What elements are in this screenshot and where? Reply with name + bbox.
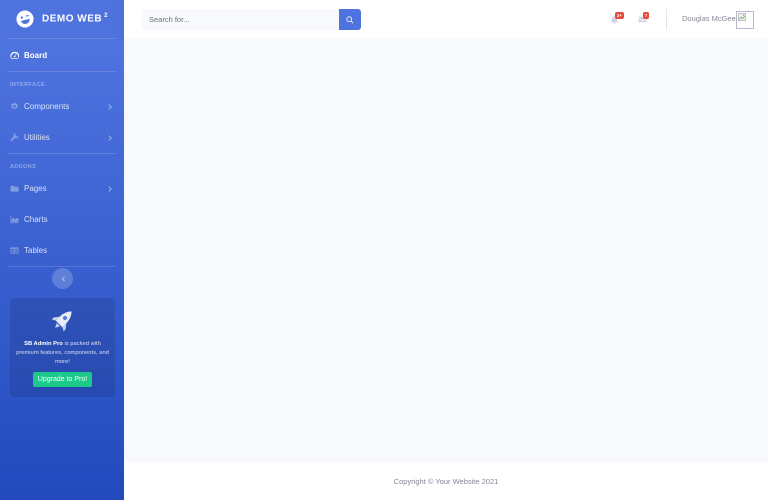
chevron-right-icon	[107, 134, 114, 141]
main-content	[124, 38, 768, 462]
search-icon	[346, 15, 354, 23]
footer: Copyright © Your Website 2021	[124, 462, 768, 500]
sidebar-item-tables[interactable]: Tables	[0, 235, 124, 266]
sidebar-item-label: Utilities	[24, 133, 50, 142]
copyright-text: Copyright © Your Website 2021	[393, 476, 499, 486]
table-icon	[10, 247, 19, 254]
sidebar-item-label: Tables	[24, 246, 48, 255]
upgrade-button[interactable]: Upgrade to Pro!	[32, 371, 93, 387]
user-name[interactable]: Douglas McGee	[682, 14, 736, 23]
alerts-dropdown[interactable]: 3+	[610, 12, 624, 25]
alerts-badge: 3+	[615, 12, 624, 19]
sidebar-divider	[8, 266, 116, 267]
folder-icon	[10, 185, 19, 192]
avatar[interactable]	[736, 11, 754, 29]
chevron-left-icon	[61, 276, 65, 281]
rocket-icon	[51, 311, 72, 332]
sidebar-heading-addons: Addons	[10, 164, 37, 170]
chevron-right-icon	[107, 103, 114, 110]
promo-description: SB Admin Pro is packed with premium feat…	[16, 341, 109, 365]
cog-icon	[11, 102, 18, 110]
topbar: 3+ 7 Douglas McGee	[124, 0, 768, 38]
brand-name: Demo Web 2	[42, 13, 108, 25]
messages-badge: 7	[643, 12, 650, 19]
sidebar-brand[interactable]: Demo Web 2	[0, 0, 124, 38]
sidebar-toggle-button[interactable]	[52, 268, 73, 289]
sidebar-item-label: Board	[24, 50, 48, 60]
sidebar: Demo Web 2 Board Interface Components Uti…	[0, 0, 124, 500]
sidebar-promo-card: SB Admin Pro is packed with premium feat…	[10, 298, 115, 397]
sidebar-heading-interface: Interface	[10, 82, 45, 88]
sidebar-item-charts[interactable]: Charts	[0, 204, 124, 235]
search-input[interactable]	[142, 9, 339, 30]
chart-area-icon	[10, 215, 19, 224]
chevron-right-icon	[107, 185, 114, 192]
sidebar-item-components[interactable]: Components	[0, 91, 124, 122]
laugh-wink-icon	[16, 10, 34, 28]
sidebar-item-board[interactable]: Board	[0, 39, 124, 71]
broken-image-icon	[738, 13, 746, 21]
tachometer-icon	[10, 51, 19, 59]
sidebar-item-pages[interactable]: Pages	[0, 173, 124, 204]
topbar-divider	[666, 9, 667, 30]
search-button[interactable]	[339, 9, 361, 30]
sidebar-item-label: Components	[24, 102, 70, 111]
sidebar-item-label: Charts	[24, 215, 48, 224]
wrench-icon	[10, 133, 19, 142]
sidebar-item-utilities[interactable]: Utilities	[0, 122, 124, 153]
topbar-search	[142, 9, 361, 30]
messages-dropdown[interactable]: 7	[638, 12, 652, 25]
sidebar-item-label: Pages	[24, 184, 47, 193]
